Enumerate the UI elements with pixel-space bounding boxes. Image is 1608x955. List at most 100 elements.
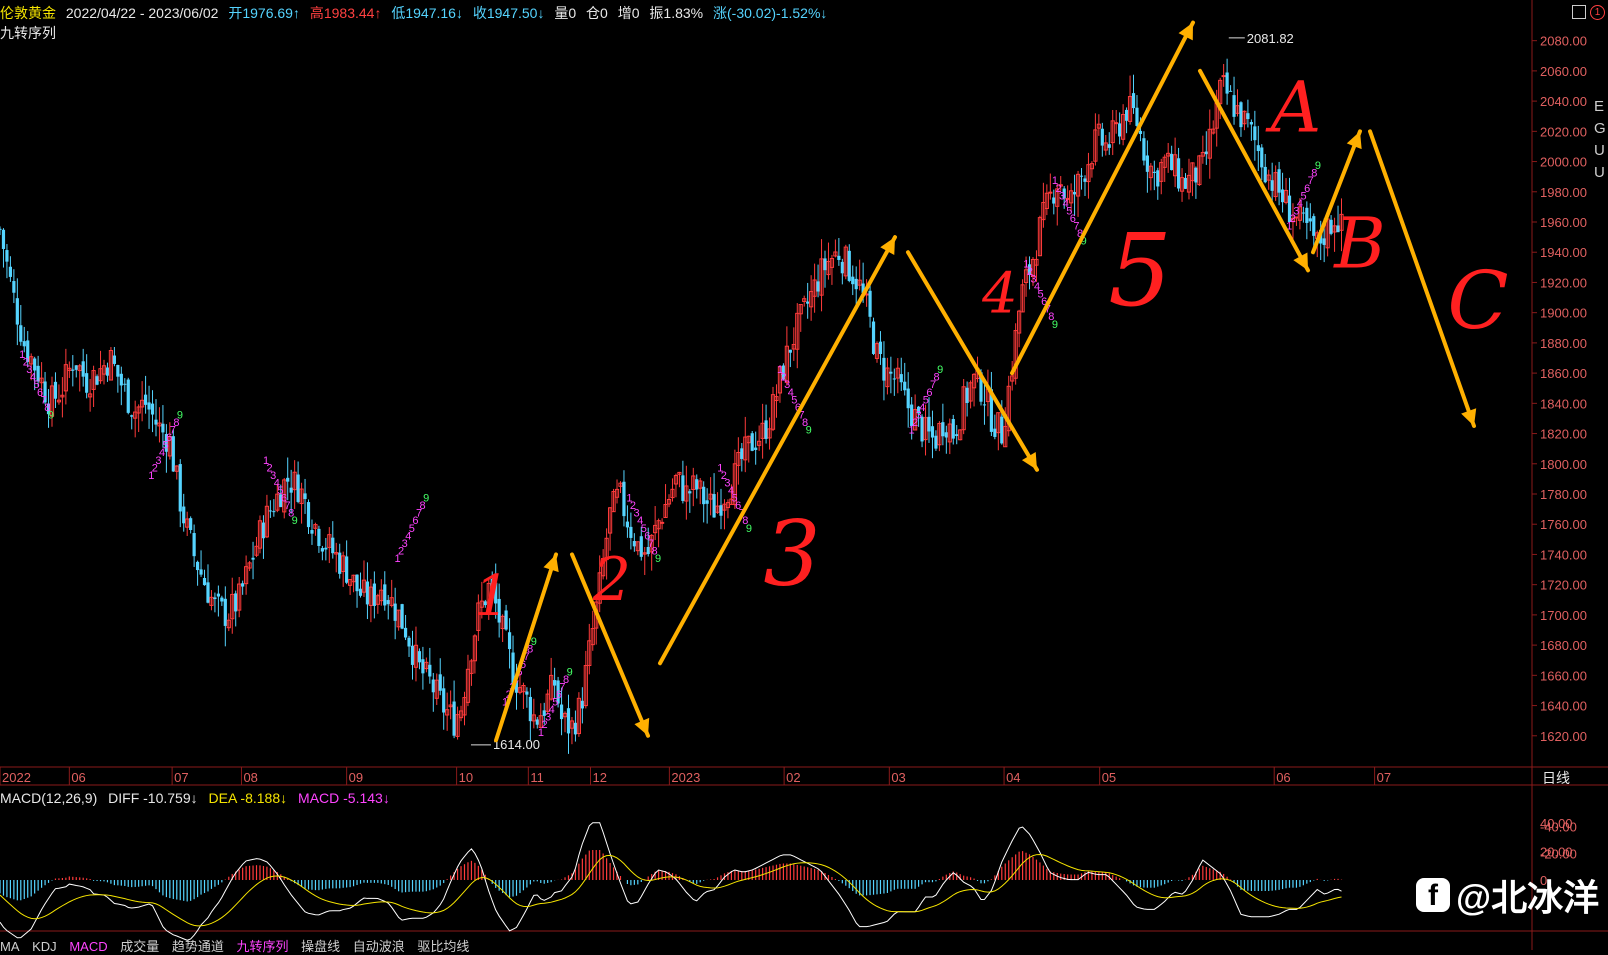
- candle-body: [428, 664, 432, 677]
- candle-body: [823, 258, 827, 271]
- indicator-tabs: MA KDJ MACD 成交量 趋势通道 九转序列 操盘线 自动波浪 驱比均线: [0, 936, 478, 955]
- candle-body: [695, 479, 699, 490]
- candle-body: [251, 557, 255, 560]
- candle-body: [625, 521, 630, 528]
- candle-body: [241, 583, 245, 587]
- candle-body: [1156, 170, 1160, 187]
- td-count: 9: [423, 493, 429, 505]
- time-tick-label: 04: [1006, 770, 1020, 785]
- candle-body: [296, 474, 300, 502]
- tab-macd[interactable]: MACD: [69, 939, 107, 954]
- price-tick-label: 1820.00: [1540, 427, 1587, 442]
- tab-trading-line[interactable]: 操盘线: [301, 939, 340, 954]
- candle-body: [1301, 212, 1305, 214]
- candle-body: [310, 530, 314, 534]
- candle-body: [1249, 122, 1253, 125]
- candle-body: [1246, 113, 1250, 120]
- candle-body: [854, 278, 858, 290]
- candle-body: [105, 367, 110, 376]
- candle-body: [1225, 72, 1229, 94]
- candle-body: [268, 510, 272, 512]
- candle-body: [1142, 138, 1146, 161]
- candle-body: [764, 420, 768, 439]
- candle-body: [161, 423, 165, 433]
- tab-volume[interactable]: 成交量: [120, 939, 159, 954]
- candle-body: [234, 593, 238, 612]
- macd-tick-label: -40.00: [1540, 820, 1577, 835]
- candle-body: [1145, 155, 1149, 172]
- candle-body: [345, 556, 349, 583]
- candle-body: [0, 228, 2, 230]
- tab-trend-channel[interactable]: 趋势通道: [172, 939, 224, 954]
- macd-name: MACD(12,26,9): [0, 790, 98, 806]
- candle-body: [147, 402, 151, 410]
- close-price: 收1947.50↓: [472, 5, 545, 21]
- open-interest: 仓0: [586, 5, 608, 21]
- price-tick-label: 1700.00: [1540, 608, 1587, 623]
- candle-body: [1263, 166, 1267, 183]
- candle-body: [289, 487, 293, 493]
- side-letter: U: [1594, 164, 1605, 181]
- candle-body: [535, 719, 539, 725]
- candle-body: [324, 547, 328, 550]
- candle-body: [1170, 153, 1174, 171]
- window-toggle-icon[interactable]: [1572, 5, 1586, 19]
- candle-body: [788, 349, 792, 353]
- candle-body: [681, 475, 685, 501]
- chart-svg[interactable]: 1620.00 1640.00 1660.00 1680.00 1700.00 1720.…: [0, 0, 1608, 950]
- side-letter: E: [1594, 98, 1605, 115]
- candle-body: [525, 691, 529, 695]
- price-tick-label: 1860.00: [1540, 366, 1587, 381]
- info-icon[interactable]: 1: [1590, 5, 1605, 20]
- tab-td-sequential[interactable]: 九转序列: [237, 939, 289, 954]
- candle-body: [421, 659, 425, 674]
- candle-body: [438, 674, 442, 691]
- candle-body: [85, 373, 89, 393]
- candle-body: [688, 491, 692, 494]
- candle-body: [750, 433, 754, 451]
- price-tick-label: 1740.00: [1540, 547, 1587, 562]
- candle-body: [1052, 197, 1056, 204]
- candle-body: [303, 493, 307, 499]
- price-tick-label: 1960.00: [1540, 215, 1587, 230]
- candle-body: [816, 281, 820, 292]
- low-price: 低1947.16↓: [391, 5, 463, 21]
- candle-body: [331, 537, 335, 554]
- wave-label-A: A: [1265, 66, 1322, 148]
- candle-body: [1000, 416, 1004, 444]
- candle-body: [123, 383, 127, 385]
- candle-body: [452, 701, 456, 736]
- candle-body: [95, 376, 99, 385]
- candle-body: [417, 651, 422, 663]
- side-letter: G: [1594, 120, 1606, 137]
- period-label[interactable]: 日线: [1542, 768, 1570, 788]
- time-tick-label: 11: [530, 770, 544, 785]
- candle-body: [930, 426, 935, 438]
- candle-body: [1228, 90, 1233, 92]
- price-tick-label: 1900.00: [1540, 306, 1587, 321]
- candle-body: [580, 700, 584, 709]
- candle-body: [1322, 238, 1326, 245]
- tab-auto-wave[interactable]: 自动波浪: [353, 939, 405, 954]
- chart-root: 1620.00 1640.00 1660.00 1680.00 1700.00 1720.…: [0, 0, 1608, 954]
- price-tick-label: 1640.00: [1540, 699, 1587, 714]
- candle-body: [1239, 102, 1243, 128]
- candle-body: [5, 250, 9, 262]
- tab-kdj[interactable]: KDJ: [32, 939, 57, 954]
- candle-body: [33, 358, 37, 371]
- td-count: 9: [1052, 319, 1058, 331]
- tab-ratio-ma[interactable]: 驱比均线: [417, 939, 469, 954]
- price-tick-label: 1720.00: [1540, 578, 1587, 593]
- high-label: 2081.82: [1247, 31, 1294, 46]
- candle-body: [383, 584, 387, 606]
- candle-body: [355, 574, 359, 592]
- candle-body: [1176, 158, 1181, 189]
- amplitude: 振1.83%: [649, 5, 704, 21]
- candle-body: [878, 341, 883, 355]
- candle-body: [1100, 128, 1104, 146]
- candle-body: [216, 593, 220, 597]
- td-count: 9: [567, 666, 573, 678]
- tab-ma[interactable]: MA: [0, 939, 20, 954]
- candle-body: [116, 364, 120, 377]
- td-count: 9: [746, 523, 752, 535]
